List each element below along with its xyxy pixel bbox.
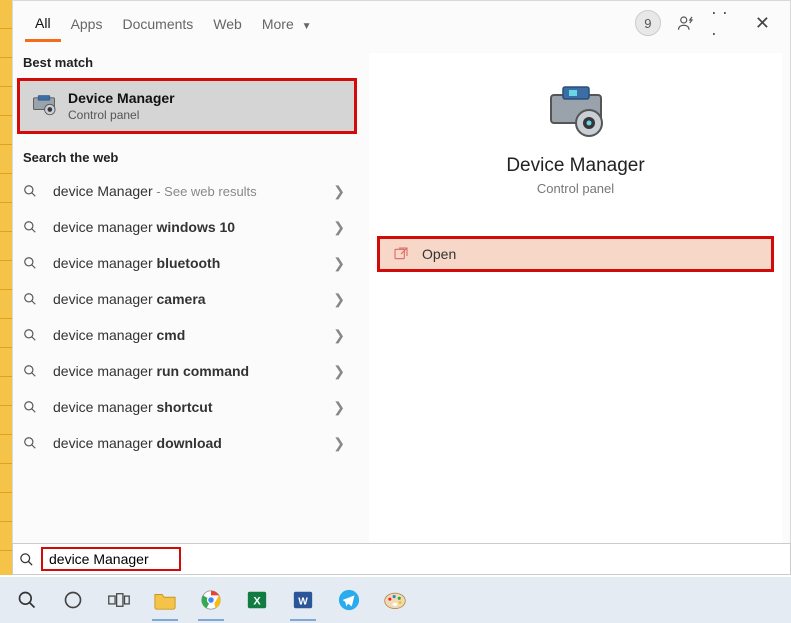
taskbar-taskview-icon[interactable] <box>96 577 142 623</box>
tab-more-label: More <box>262 16 294 32</box>
taskbar-telegram-icon[interactable] <box>326 577 372 623</box>
chevron-right-icon: ❯ <box>327 183 351 200</box>
chevron-right-icon: ❯ <box>327 435 351 452</box>
tabs-row: All Apps Documents Web More ▼ 9 · · · ✕ <box>13 1 790 45</box>
best-match-result[interactable]: Device Manager Control panel <box>17 78 357 134</box>
background-folders-sliver <box>0 0 12 575</box>
web-result-label: device manager run command <box>53 363 327 379</box>
web-results-list: device Manager - See web results❯device … <box>13 173 361 461</box>
search-icon <box>23 292 41 306</box>
taskbar-file-explorer-icon[interactable] <box>142 577 188 623</box>
open-action-label: Open <box>422 246 456 262</box>
web-result-label: device manager bluetooth <box>53 255 327 271</box>
tab-apps[interactable]: Apps <box>61 6 113 40</box>
search-panel: All Apps Documents Web More ▼ 9 · · · ✕ … <box>12 0 791 575</box>
taskbar-chrome-icon[interactable] <box>188 577 234 623</box>
search-icon <box>23 436 41 450</box>
chevron-right-icon: ❯ <box>327 255 351 272</box>
web-result[interactable]: device manager camera❯ <box>13 281 361 317</box>
web-result[interactable]: device manager run command❯ <box>13 353 361 389</box>
web-result[interactable]: device manager bluetooth❯ <box>13 245 361 281</box>
tab-web[interactable]: Web <box>203 6 252 40</box>
web-result[interactable]: device manager download❯ <box>13 425 361 461</box>
best-match-title: Device Manager <box>68 90 175 106</box>
search-input[interactable]: device Manager <box>41 547 181 571</box>
best-match-header: Best match <box>13 45 361 76</box>
feedback-icon[interactable] <box>675 12 697 34</box>
chevron-right-icon: ❯ <box>327 363 351 380</box>
search-icon <box>23 364 41 378</box>
web-result[interactable]: device manager windows 10❯ <box>13 209 361 245</box>
detail-subtitle: Control panel <box>369 181 782 196</box>
chevron-right-icon: ❯ <box>327 399 351 416</box>
web-result-label: device manager cmd <box>53 327 327 343</box>
device-manager-large-icon <box>545 83 607 141</box>
chevron-right-icon: ❯ <box>327 291 351 308</box>
web-result-label: device manager camera <box>53 291 327 307</box>
chevron-right-icon: ❯ <box>327 219 351 236</box>
web-result-label: device manager shortcut <box>53 399 327 415</box>
svg-text:W: W <box>298 597 308 608</box>
taskbar-cortana-icon[interactable] <box>50 577 96 623</box>
web-result-label: device Manager - See web results <box>53 183 327 199</box>
open-icon <box>392 245 410 263</box>
search-bar[interactable]: device Manager <box>12 543 791 575</box>
chevron-right-icon: ❯ <box>327 327 351 344</box>
taskbar-excel-icon[interactable]: X <box>234 577 280 623</box>
open-action[interactable]: Open <box>377 236 774 272</box>
search-icon <box>23 328 41 342</box>
tab-documents[interactable]: Documents <box>112 6 203 40</box>
taskbar-paint-icon[interactable] <box>372 577 418 623</box>
taskbar: X W <box>0 577 791 623</box>
svg-text:X: X <box>253 596 261 608</box>
best-match-subtitle: Control panel <box>68 108 175 122</box>
detail-title: Device Manager <box>369 155 782 177</box>
panel-body: Best match Device Manager Control panel … <box>13 45 790 574</box>
results-column: Best match Device Manager Control panel … <box>13 45 361 574</box>
web-result-label: device manager windows 10 <box>53 219 327 235</box>
chevron-down-icon: ▼ <box>302 21 312 32</box>
web-result[interactable]: device manager cmd❯ <box>13 317 361 353</box>
tab-more[interactable]: More ▼ <box>252 6 322 40</box>
web-result[interactable]: device manager shortcut❯ <box>13 389 361 425</box>
close-button[interactable]: ✕ <box>747 9 778 38</box>
search-web-header: Search the web <box>13 140 361 171</box>
tab-all[interactable]: All <box>25 5 61 42</box>
device-manager-icon <box>30 92 58 120</box>
taskbar-search-icon[interactable] <box>4 577 50 623</box>
notification-badge[interactable]: 9 <box>635 10 661 36</box>
detail-column: Device Manager Control panel Open <box>369 53 782 566</box>
search-icon <box>23 400 41 414</box>
taskbar-word-icon[interactable]: W <box>280 577 326 623</box>
search-icon <box>19 552 37 567</box>
web-result-label: device manager download <box>53 435 327 451</box>
search-icon <box>23 220 41 234</box>
search-icon <box>23 184 41 198</box>
web-result[interactable]: device Manager - See web results❯ <box>13 173 361 209</box>
search-icon <box>23 256 41 270</box>
more-options-icon[interactable]: · · · <box>711 12 733 34</box>
